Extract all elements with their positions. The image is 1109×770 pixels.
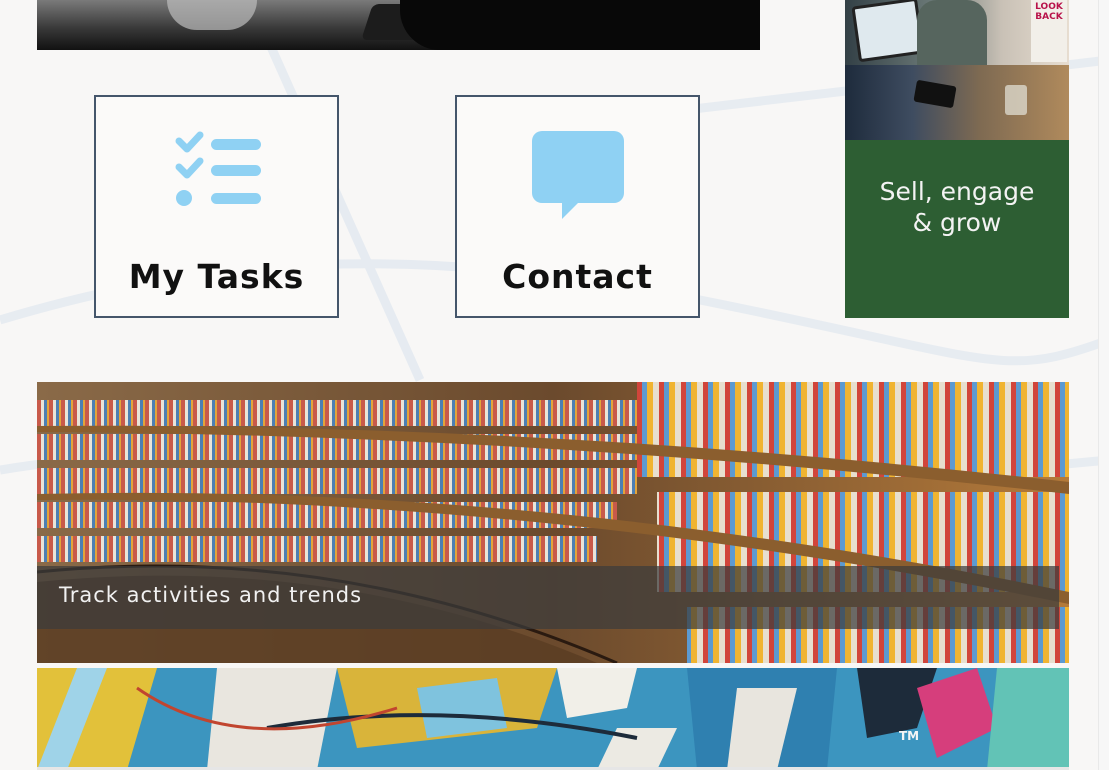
top-banner-image	[37, 0, 760, 50]
look-back-sign: LOOK BACK	[1031, 0, 1067, 62]
chat-bubble-icon	[457, 131, 698, 221]
retail-photo: LOOK BACK	[845, 0, 1069, 65]
track-activities-caption: Track activities and trends	[59, 583, 363, 607]
art-banner[interactable]: TM	[37, 668, 1069, 770]
caption-bar: Track activities and trends	[37, 566, 1059, 629]
contact-label: Contact	[502, 257, 653, 296]
my-tasks-label: My Tasks	[128, 257, 305, 296]
promo-title-line1: Sell, engage	[879, 177, 1035, 206]
graffiti-art-image: TM	[37, 668, 1069, 770]
sell-engage-grow-promo[interactable]: LOOK BACK Sell, engage & grow	[845, 0, 1069, 318]
promo-panel: Sell, engage & grow	[845, 140, 1069, 318]
checklist-icon	[96, 131, 337, 221]
meeting-photo	[845, 65, 1069, 140]
contact-tile[interactable]: Contact	[455, 95, 700, 318]
track-activities-banner[interactable]: Track activities and trends	[37, 382, 1069, 663]
promo-title-line2: & grow	[912, 208, 1002, 237]
my-tasks-tile[interactable]: My Tasks	[94, 95, 339, 318]
page-scrollbar[interactable]	[1098, 0, 1109, 770]
trademark-mark: TM	[899, 729, 919, 743]
